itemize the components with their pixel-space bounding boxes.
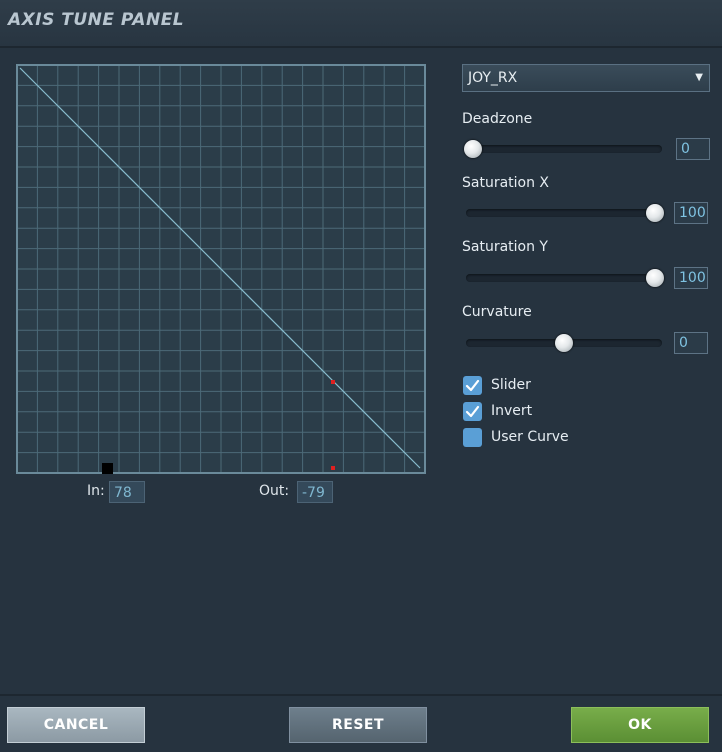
checkmark-icon [465,379,480,392]
cancel-button[interactable]: CANCEL [7,707,145,743]
input-position-marker [331,466,335,470]
axis-curve-graph [16,64,426,474]
out-value-field: -79 [297,481,333,503]
in-label: In: [87,483,105,499]
curvature-slider[interactable] [466,334,662,352]
out-label: Out: [259,483,290,499]
slider-checkbox-label: Slider [491,377,531,393]
deadzone-slider[interactable] [464,140,662,158]
checkmark-icon [465,405,480,418]
deadzone-value-field[interactable]: 0 [676,138,710,160]
input-handle[interactable] [102,463,113,474]
output-marker [331,380,335,384]
chevron-down-icon: ▼ [695,72,703,83]
curve-chart [16,64,426,474]
in-value-field: 78 [109,481,145,503]
saturation-y-slider-knob[interactable] [646,269,664,287]
axis-select-value: JOY_RX [468,70,518,86]
curvature-label: Curvature [462,304,532,320]
slider-checkbox[interactable] [463,376,482,395]
user-curve-checkbox-label: User Curve [491,429,569,445]
response-curve-line [19,67,421,469]
saturation-x-label: Saturation X [462,175,550,191]
curvature-value-field[interactable]: 0 [674,332,708,354]
deadzone-label: Deadzone [462,111,533,127]
title-bar: AXIS TUNE PANEL [0,0,722,48]
deadzone-slider-knob[interactable] [464,140,482,158]
axis-select-dropdown[interactable]: JOY_RX ▼ [462,64,710,92]
saturation-x-slider[interactable] [466,204,664,222]
saturation-y-label: Saturation Y [462,239,548,255]
user-curve-checkbox[interactable] [463,428,482,447]
reset-button[interactable]: RESET [289,707,427,743]
saturation-y-slider[interactable] [466,269,664,287]
ok-button[interactable]: OK [571,707,709,743]
saturation-x-slider-knob[interactable] [646,204,664,222]
curvature-slider-knob[interactable] [555,334,573,352]
saturation-y-value-field[interactable]: 100 [674,267,708,289]
invert-checkbox-label: Invert [491,403,533,419]
window-title: AXIS TUNE PANEL [8,10,185,30]
saturation-x-value-field[interactable]: 100 [674,202,708,224]
invert-checkbox[interactable] [463,402,482,421]
